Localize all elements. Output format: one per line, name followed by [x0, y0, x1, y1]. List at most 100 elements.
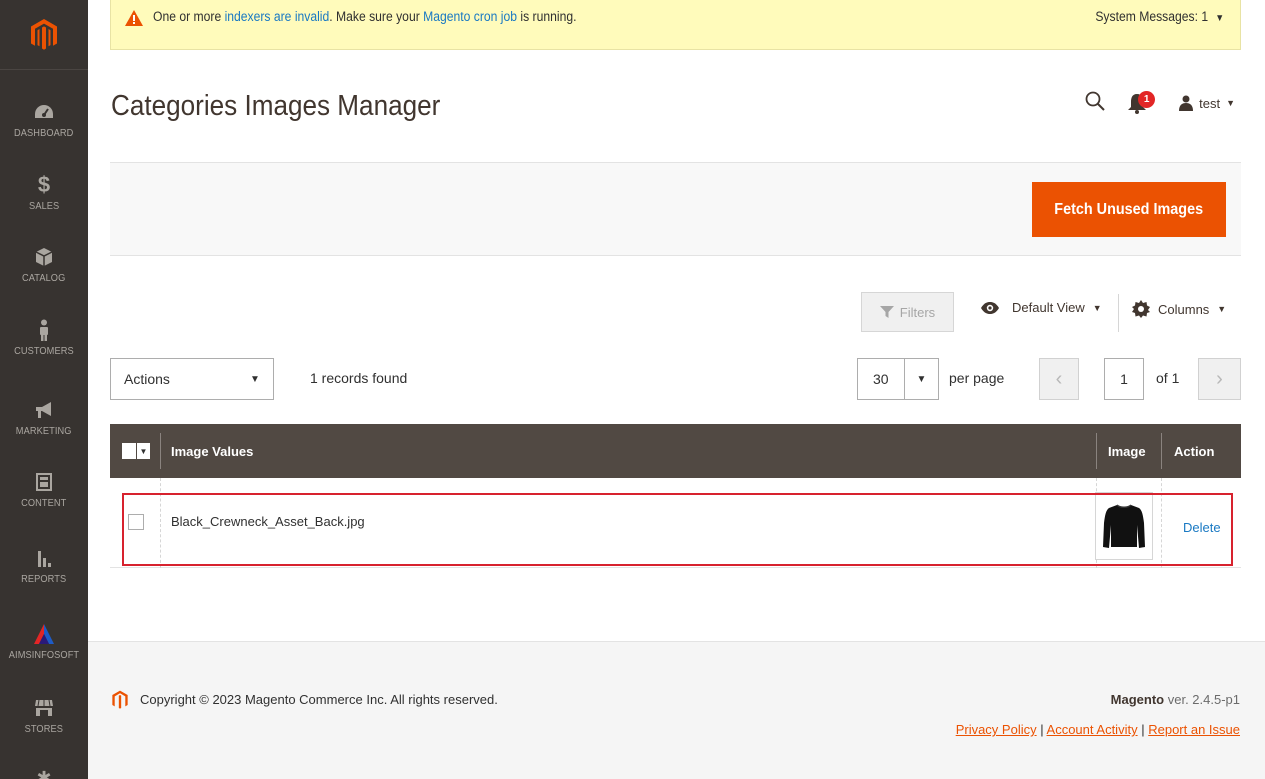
toolbar-divider	[1118, 294, 1119, 332]
notifications-button[interactable]: 1	[1127, 90, 1157, 116]
user-icon	[1179, 95, 1194, 111]
chevron-down-icon: ▼	[1217, 304, 1227, 314]
view-selector[interactable]: Default View ▼	[980, 300, 1102, 315]
sidebar-item-sales[interactable]: $ SALES	[0, 172, 88, 212]
chevron-down-icon: ▼	[250, 373, 260, 385]
message-text-part: . Make sure your	[329, 9, 424, 24]
sidebar-item-customers[interactable]: CUSTOMERS	[0, 318, 88, 357]
system-message-bar: One or more indexers are invalid. Make s…	[110, 0, 1241, 50]
funnel-icon	[879, 306, 894, 318]
cell-divider	[1161, 478, 1162, 568]
column-divider	[1161, 433, 1162, 469]
current-page-input[interactable]: 1	[1104, 358, 1144, 400]
magento-logo-icon[interactable]	[0, 0, 88, 70]
sidebar-item-label: AIMSINFOSOFT	[8, 649, 80, 661]
sweatshirt-image	[1103, 504, 1145, 548]
row-checkbox[interactable]	[128, 514, 144, 530]
chevron-down-icon: ▼	[904, 359, 938, 399]
page-title: Categories Images Manager	[111, 90, 441, 122]
delete-link[interactable]: Delete	[1183, 520, 1221, 535]
brand-name: Magento	[1110, 692, 1165, 707]
link-divider: |	[1040, 722, 1044, 737]
mass-select-checkbox[interactable]: ▼	[122, 443, 150, 459]
select-all-box	[122, 443, 136, 459]
copyright-text: Copyright © 2023 Magento Commerce Inc. A…	[140, 692, 498, 707]
account-activity-link[interactable]: Account Activity	[1047, 722, 1138, 737]
report-issue-link[interactable]: Report an Issue	[1148, 722, 1240, 737]
magento-logo-icon	[111, 690, 129, 715]
notification-count-badge: 1	[1138, 91, 1156, 108]
store-icon	[31, 696, 57, 720]
chevron-down-icon: ▼	[1215, 13, 1224, 24]
sidebar-item-label: DASHBOARD	[14, 127, 74, 139]
mass-actions-select[interactable]: Actions ▼	[110, 358, 274, 400]
column-divider	[1096, 433, 1097, 469]
total-pages: of 1	[1156, 370, 1180, 386]
cron-job-link[interactable]: Magento cron job	[423, 9, 517, 24]
actions-label: Actions	[124, 371, 170, 387]
eye-icon	[981, 301, 999, 314]
person-icon	[31, 318, 57, 342]
dashboard-icon	[31, 100, 57, 124]
page-actions-bar: Fetch Unused Images	[110, 162, 1241, 256]
columns-selector[interactable]: Columns ▼	[1132, 300, 1226, 318]
grid-header: ▼ Image Values Image Action	[110, 424, 1241, 478]
sidebar-item-reports[interactable]: REPORTS	[0, 546, 88, 585]
privacy-policy-link[interactable]: Privacy Policy	[956, 722, 1037, 737]
sidebar-item-marketing[interactable]: MARKETING	[0, 398, 88, 437]
indexers-link[interactable]: indexers are invalid	[225, 9, 330, 24]
system-messages-dropdown[interactable]: System Messages: 1 ▼	[1095, 9, 1224, 24]
columns-label: Columns	[1158, 301, 1210, 317]
per-page-label: per page	[949, 370, 1005, 386]
search-icon[interactable]	[1085, 91, 1105, 116]
user-name: test	[1199, 95, 1221, 111]
version-number: ver. 2.4.5-p1	[1164, 692, 1240, 707]
column-header-action[interactable]: Action	[1174, 424, 1214, 478]
gear-icon	[1132, 300, 1150, 318]
megaphone-icon	[31, 398, 57, 422]
records-found-count: 1 records found	[310, 370, 408, 386]
aims-logo-icon	[31, 622, 57, 646]
chevron-down-icon: ▼	[1226, 98, 1235, 108]
image-thumbnail	[1095, 492, 1153, 560]
sidebar-item-aimsinfosoft[interactable]: AIMSINFOSOFT	[0, 622, 88, 661]
column-header-image-values[interactable]: Image Values	[171, 424, 253, 478]
per-page-select[interactable]: 30 ▼	[857, 358, 939, 400]
chevron-right-icon: ›	[1216, 367, 1223, 390]
next-page-button[interactable]: ›	[1198, 358, 1241, 400]
link-divider: |	[1141, 722, 1145, 737]
fetch-button-label: Fetch Unused Images	[1054, 200, 1204, 218]
sidebar-item-label: SALES	[28, 200, 60, 212]
sidebar-item-label: CATALOG	[22, 272, 66, 284]
bar-chart-icon	[31, 546, 57, 570]
previous-page-button[interactable]: ‹	[1039, 358, 1079, 400]
sidebar-item-label: STORES	[24, 723, 64, 735]
fetch-unused-images-button[interactable]: Fetch Unused Images	[1032, 182, 1226, 237]
user-menu[interactable]: test ▼	[1179, 95, 1235, 111]
sidebar-item-stores[interactable]: STORES	[0, 696, 88, 735]
column-header-image[interactable]: Image	[1108, 424, 1146, 478]
layout-icon	[31, 470, 57, 494]
sidebar-item-catalog[interactable]: CATALOG	[0, 245, 88, 284]
chevron-down-icon: ▼	[1092, 302, 1102, 313]
box-icon	[31, 245, 57, 269]
warning-icon	[124, 9, 144, 32]
admin-sidebar: DASHBOARD $ SALES CATALOG CUSTOMERS MARK…	[0, 0, 88, 779]
gear-icon: ✱	[36, 767, 52, 779]
header-actions: 1 test ▼	[1085, 88, 1235, 118]
page-footer: Copyright © 2023 Magento Commerce Inc. A…	[88, 641, 1265, 779]
chevron-down-icon: ▼	[136, 443, 150, 459]
system-messages-count: System Messages: 1	[1095, 9, 1208, 24]
system-message-text: One or more indexers are invalid. Make s…	[153, 9, 576, 24]
filters-label: Filters	[899, 304, 936, 320]
sidebar-item-dashboard[interactable]: DASHBOARD	[0, 100, 88, 139]
message-text-part: is running.	[517, 9, 577, 24]
image-value-cell: Black_Crewneck_Asset_Back.jpg	[171, 514, 365, 529]
sidebar-item-label: CUSTOMERS	[14, 345, 74, 357]
table-row: Black_Crewneck_Asset_Back.jpg Delete	[110, 478, 1241, 568]
sidebar-item-content[interactable]: CONTENT	[0, 470, 88, 509]
sidebar-item-label: MARKETING	[16, 425, 72, 437]
sidebar-item-more[interactable]: ✱	[0, 766, 88, 779]
chevron-left-icon: ‹	[1055, 367, 1063, 390]
filters-button[interactable]: Filters	[861, 292, 954, 332]
